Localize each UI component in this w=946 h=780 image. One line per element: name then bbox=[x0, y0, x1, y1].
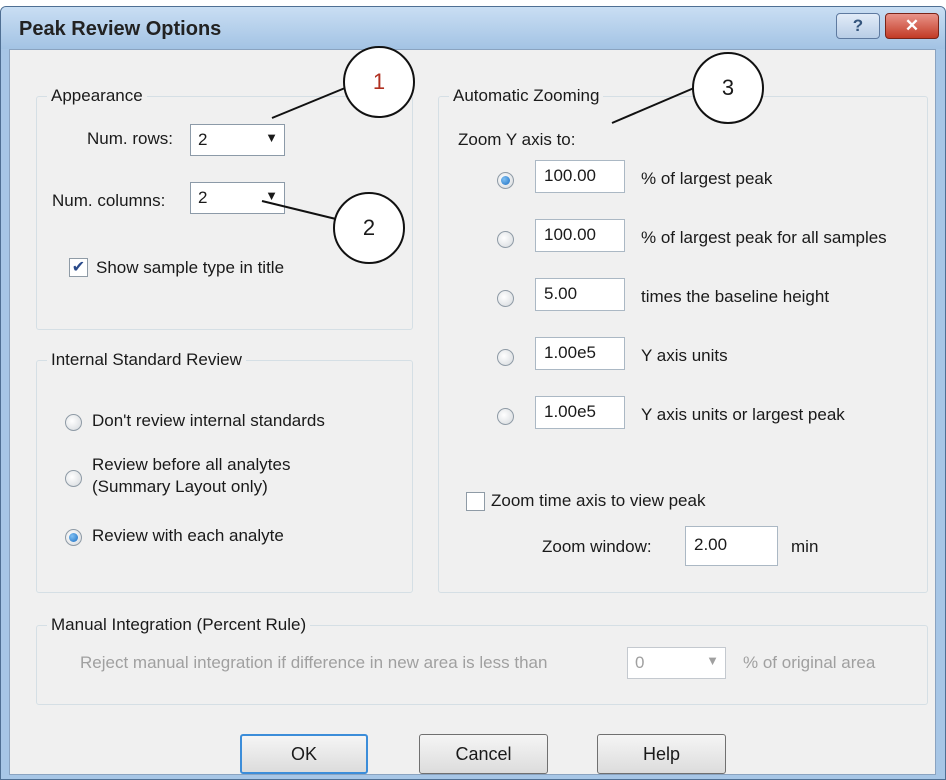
review-before-label-line1[interactable]: Review before all analytes bbox=[92, 455, 290, 475]
chevron-down-icon: ▼ bbox=[265, 188, 278, 203]
num-columns-select[interactable]: 2 ▼ bbox=[190, 182, 285, 214]
chevron-down-icon: ▼ bbox=[706, 653, 719, 668]
review-before-label-line2[interactable]: (Summary Layout only) bbox=[92, 477, 268, 497]
appearance-group-label: Appearance bbox=[47, 86, 147, 106]
show-sample-type-label[interactable]: Show sample type in title bbox=[96, 258, 284, 278]
num-columns-value: 2 bbox=[198, 188, 208, 207]
callout-2: 2 bbox=[333, 192, 405, 264]
zoom-largest-peak-radio[interactable] bbox=[497, 172, 514, 189]
zoom-all-samples-label: % of largest peak for all samples bbox=[641, 228, 887, 247]
num-rows-value: 2 bbox=[198, 130, 208, 149]
percent-rule-unit-label: % of original area bbox=[743, 653, 876, 672]
automatic-zooming-group-label: Automatic Zooming bbox=[449, 86, 604, 106]
zoom-baseline-input[interactable]: 5.00 bbox=[535, 278, 625, 311]
num-rows-label: Num. rows: bbox=[87, 129, 173, 148]
review-with-each-radio[interactable] bbox=[65, 529, 82, 546]
zoom-y-units-input[interactable]: 1.00e5 bbox=[535, 337, 625, 370]
zoom-time-checkbox[interactable] bbox=[466, 492, 485, 511]
zoom-largest-peak-label: % of largest peak bbox=[641, 169, 773, 188]
title-bar[interactable]: Peak Review Options ? ✕ bbox=[1, 7, 945, 49]
zoom-all-samples-value: 100.00 bbox=[544, 225, 596, 244]
percent-rule-select[interactable]: 0 ▼ bbox=[627, 647, 726, 679]
zoom-window-unit: min bbox=[791, 537, 819, 556]
zoom-time-label[interactable]: Zoom time axis to view peak bbox=[491, 491, 705, 511]
zoom-y-units-or-peak-radio[interactable] bbox=[497, 408, 514, 425]
zoom-y-units-or-peak-input[interactable]: 1.00e5 bbox=[535, 396, 625, 429]
num-columns-label: Num. columns: bbox=[52, 191, 166, 210]
checkmark-icon: ✔ bbox=[71, 259, 86, 276]
zoom-window-input[interactable]: 2.00 bbox=[685, 526, 778, 566]
dont-review-label[interactable]: Don't review internal standards bbox=[92, 411, 325, 431]
close-icon: ✕ bbox=[904, 16, 920, 35]
zoom-window-value: 2.00 bbox=[694, 535, 728, 554]
callout-3: 3 bbox=[692, 52, 764, 124]
zoom-all-samples-input[interactable]: 100.00 bbox=[535, 219, 625, 252]
review-with-each-label[interactable]: Review with each analyte bbox=[92, 526, 284, 546]
zoom-all-samples-radio[interactable] bbox=[497, 231, 514, 248]
zoom-baseline-radio[interactable] bbox=[497, 290, 514, 307]
zoom-y-units-value: 1.00e5 bbox=[544, 343, 596, 362]
percent-rule-value: 0 bbox=[635, 653, 645, 672]
zoom-y-units-radio[interactable] bbox=[497, 349, 514, 366]
zoom-y-units-label: Y axis units bbox=[641, 346, 728, 365]
help-button[interactable]: Help bbox=[597, 734, 726, 774]
question-mark-icon: ? bbox=[852, 16, 864, 35]
zoom-y-units-or-peak-label: Y axis units or largest peak bbox=[641, 405, 845, 424]
zoom-y-units-or-peak-value: 1.00e5 bbox=[544, 402, 596, 421]
zoom-baseline-label: times the baseline height bbox=[641, 287, 830, 306]
num-rows-select[interactable]: 2 ▼ bbox=[190, 124, 285, 156]
zoom-largest-peak-input[interactable]: 100.00 bbox=[535, 160, 625, 193]
cancel-button[interactable]: Cancel bbox=[419, 734, 548, 774]
dialog-client-area: Appearance Num. rows: 2 ▼ Num. columns: … bbox=[9, 49, 936, 775]
zoom-y-label: Zoom Y axis to: bbox=[458, 130, 576, 149]
close-button[interactable]: ✕ bbox=[885, 13, 939, 39]
callout-1: 1 bbox=[343, 46, 415, 118]
zoom-window-label: Zoom window: bbox=[542, 537, 652, 556]
window-title: Peak Review Options bbox=[19, 18, 222, 40]
dont-review-radio[interactable] bbox=[65, 414, 82, 431]
zoom-largest-peak-value: 100.00 bbox=[544, 166, 596, 185]
context-help-button[interactable]: ? bbox=[836, 13, 880, 39]
ok-button[interactable]: OK bbox=[240, 734, 368, 774]
show-sample-type-checkbox[interactable]: ✔ bbox=[69, 258, 88, 277]
review-before-radio[interactable] bbox=[65, 470, 82, 487]
internal-standard-group-label: Internal Standard Review bbox=[47, 350, 246, 370]
reject-manual-integration-label: Reject manual integration if difference … bbox=[80, 653, 548, 672]
dialog-window: Peak Review Options ? ✕ Appearance Num. … bbox=[0, 6, 946, 780]
zoom-baseline-value: 5.00 bbox=[544, 284, 578, 303]
chevron-down-icon: ▼ bbox=[265, 130, 278, 145]
manual-integration-group-label: Manual Integration (Percent Rule) bbox=[47, 615, 311, 635]
